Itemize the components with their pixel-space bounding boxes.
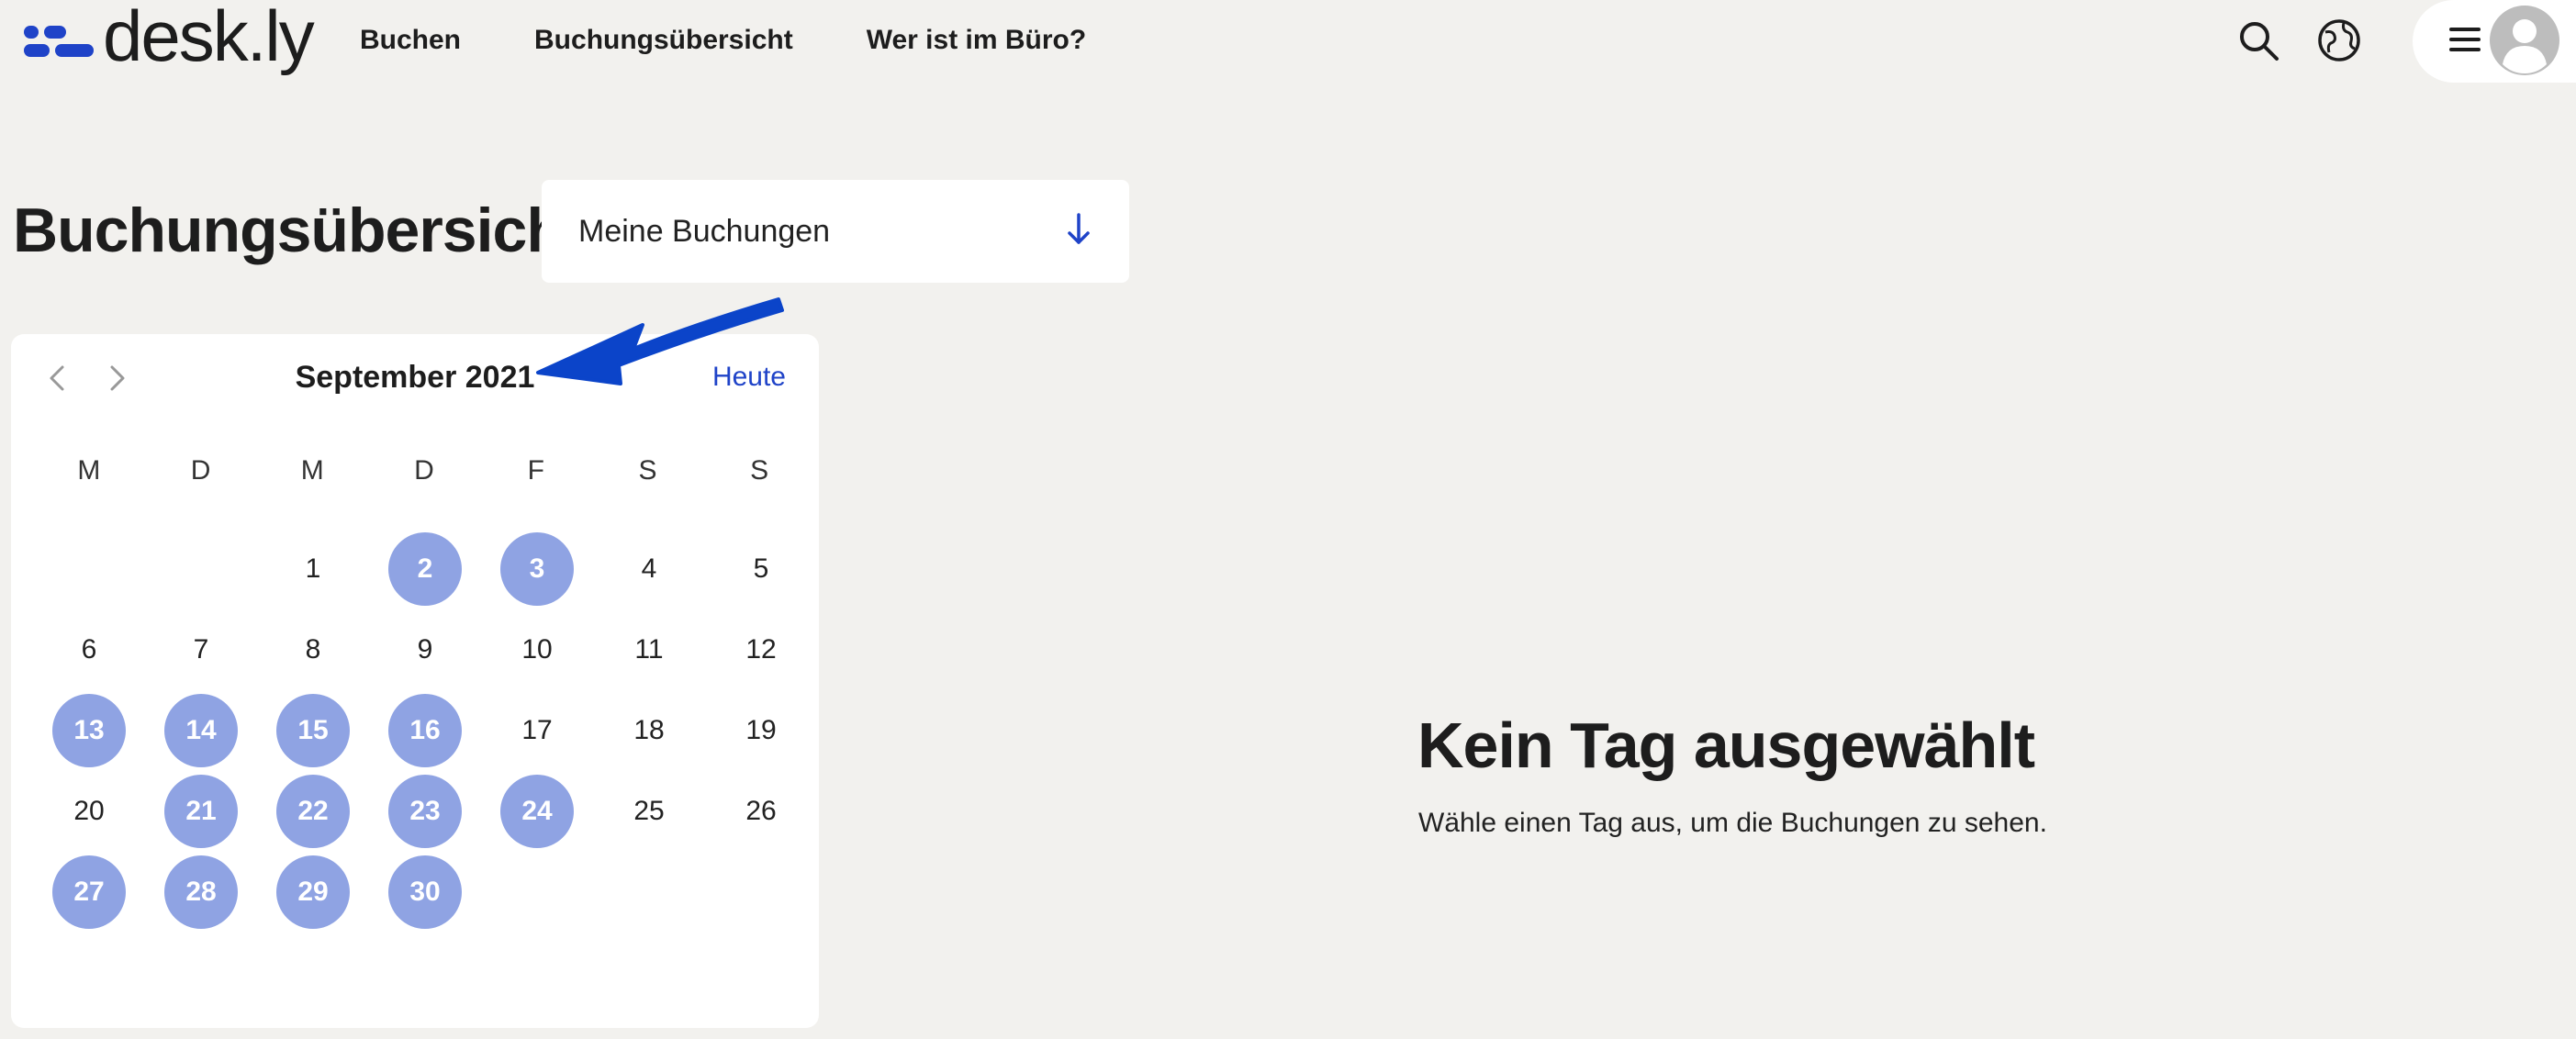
- calendar-day-number: 14: [164, 694, 238, 767]
- calendar-day-number: 26: [745, 796, 777, 826]
- search-icon[interactable]: [2234, 17, 2282, 64]
- calendar-day[interactable]: 10: [481, 609, 593, 690]
- calendar-day-empty: [145, 529, 257, 609]
- main-nav: Buchen Buchungsübersicht Wer ist im Büro…: [360, 0, 1159, 81]
- calendar-days-grid: 1 2 3 4 5 6 7 8 9 10 11 12 13 14 15 16 17 18 19 20 21 22 23 24 2…: [33, 529, 815, 933]
- calendar-day[interactable]: 18: [593, 690, 705, 771]
- page-title: Buchungsübersicht: [13, 196, 584, 265]
- calendar-day-booked[interactable]: 2: [369, 529, 481, 609]
- avatar[interactable]: [2490, 6, 2559, 80]
- calendar-day[interactable]: 8: [257, 609, 369, 690]
- calendar-day-booked[interactable]: 15: [257, 690, 369, 771]
- calendar-day-booked[interactable]: 28: [145, 852, 257, 933]
- calendar-day-number: 28: [164, 855, 238, 929]
- calendar-day-number: 9: [417, 634, 433, 665]
- calendar-day[interactable]: 12: [705, 609, 817, 690]
- calendar-day[interactable]: 7: [145, 609, 257, 690]
- calendar-day-booked[interactable]: 3: [481, 529, 593, 609]
- calendar-day-booked[interactable]: 23: [369, 771, 481, 852]
- calendar-day[interactable]: 6: [33, 609, 145, 690]
- today-button[interactable]: Heute: [712, 362, 786, 393]
- calendar-day[interactable]: 20: [33, 771, 145, 852]
- weekday-label: F: [527, 455, 544, 486]
- calendar-day-booked[interactable]: 13: [33, 690, 145, 771]
- calendar-day-number: 21: [164, 775, 238, 848]
- calendar-day-booked[interactable]: 30: [369, 852, 481, 933]
- calendar-day-number: 18: [633, 715, 665, 745]
- calendar-day-number: 13: [52, 694, 126, 767]
- calendar-day-number: 3: [500, 532, 574, 606]
- logo-text: desk.ly: [103, 0, 315, 76]
- calendar-day-number: 19: [745, 715, 777, 745]
- calendar-day[interactable]: 25: [593, 771, 705, 852]
- booking-filter-value: Meine Buchungen: [578, 213, 831, 249]
- calendar-day-number: 1: [305, 553, 321, 584]
- calendar-day-number: 22: [276, 775, 350, 848]
- calendar-day[interactable]: 11: [593, 609, 705, 690]
- globe-icon[interactable]: [2315, 17, 2363, 64]
- calendar-day-number: 29: [276, 855, 350, 929]
- nav-link-buchen[interactable]: Buchen: [360, 25, 461, 56]
- user-menu[interactable]: [2413, 0, 2576, 83]
- calendar: September 2021 Heute MDMDFSS 1 2 3 4 5 6 7 8 9 10…: [11, 334, 819, 1028]
- calendar-day-number: 8: [305, 634, 321, 665]
- calendar-day-number: 17: [521, 715, 553, 745]
- calendar-day-number: 16: [388, 694, 462, 767]
- calendar-day-booked[interactable]: 22: [257, 771, 369, 852]
- calendar-day-booked[interactable]: 27: [33, 852, 145, 933]
- top-navigation: desk.ly Buchen Buchungsübersicht Wer ist…: [0, 0, 2576, 83]
- weekday-header: MDMDFSS: [33, 455, 815, 486]
- calendar-day[interactable]: 9: [369, 609, 481, 690]
- calendar-day-number: 5: [753, 553, 769, 584]
- calendar-day-number: 27: [52, 855, 126, 929]
- calendar-header: September 2021 Heute: [11, 334, 819, 422]
- weekday-label: M: [300, 455, 324, 486]
- nav-link-buchungsuebersicht[interactable]: Buchungsübersicht: [534, 25, 793, 56]
- menu-icon[interactable]: [2449, 26, 2481, 58]
- calendar-day-number: 12: [745, 634, 777, 665]
- calendar-day-number: 23: [388, 775, 462, 848]
- calendar-day-number: 10: [521, 634, 553, 665]
- calendar-day-booked[interactable]: 24: [481, 771, 593, 852]
- nav-link-wer-ist-im-buero[interactable]: Wer ist im Büro?: [867, 25, 1086, 56]
- weekday-label: D: [190, 455, 211, 486]
- empty-state-text: Wähle einen Tag aus, um die Buchungen zu…: [1418, 808, 2047, 838]
- calendar-day-number: 4: [641, 553, 657, 584]
- calendar-day-booked[interactable]: 21: [145, 771, 257, 852]
- calendar-day-number: 11: [634, 634, 664, 665]
- calendar-month-label: September 2021: [295, 360, 535, 395]
- empty-state-title: Kein Tag ausgewählt: [1417, 709, 2035, 781]
- calendar-day-booked[interactable]: 29: [257, 852, 369, 933]
- arrow-down-icon: [1065, 211, 1092, 256]
- logo[interactable]: desk.ly: [24, 0, 315, 81]
- calendar-day[interactable]: 17: [481, 690, 593, 771]
- calendar-day-number: 2: [388, 532, 462, 606]
- calendar-day-number: 6: [81, 634, 97, 665]
- weekday-label: S: [750, 455, 769, 486]
- calendar-day[interactable]: 4: [593, 529, 705, 609]
- calendar-day-number: 15: [276, 694, 350, 767]
- calendar-day[interactable]: 26: [705, 771, 817, 852]
- calendar-day-booked[interactable]: 16: [369, 690, 481, 771]
- calendar-day-empty: [33, 529, 145, 609]
- calendar-day[interactable]: 19: [705, 690, 817, 771]
- weekday-label: D: [414, 455, 434, 486]
- calendar-day[interactable]: 1: [257, 529, 369, 609]
- booking-filter-select[interactable]: Meine Buchungen: [542, 180, 1129, 283]
- weekday-label: S: [638, 455, 657, 486]
- calendar-day[interactable]: 5: [705, 529, 817, 609]
- calendar-day-booked[interactable]: 14: [145, 690, 257, 771]
- calendar-day-number: 20: [73, 796, 105, 826]
- calendar-day-number: 7: [193, 634, 209, 665]
- weekday-label: M: [77, 455, 101, 486]
- calendar-day-number: 24: [500, 775, 574, 848]
- logo-mark-icon: [24, 22, 94, 59]
- calendar-day-number: 25: [633, 796, 665, 826]
- calendar-day-number: 30: [388, 855, 462, 929]
